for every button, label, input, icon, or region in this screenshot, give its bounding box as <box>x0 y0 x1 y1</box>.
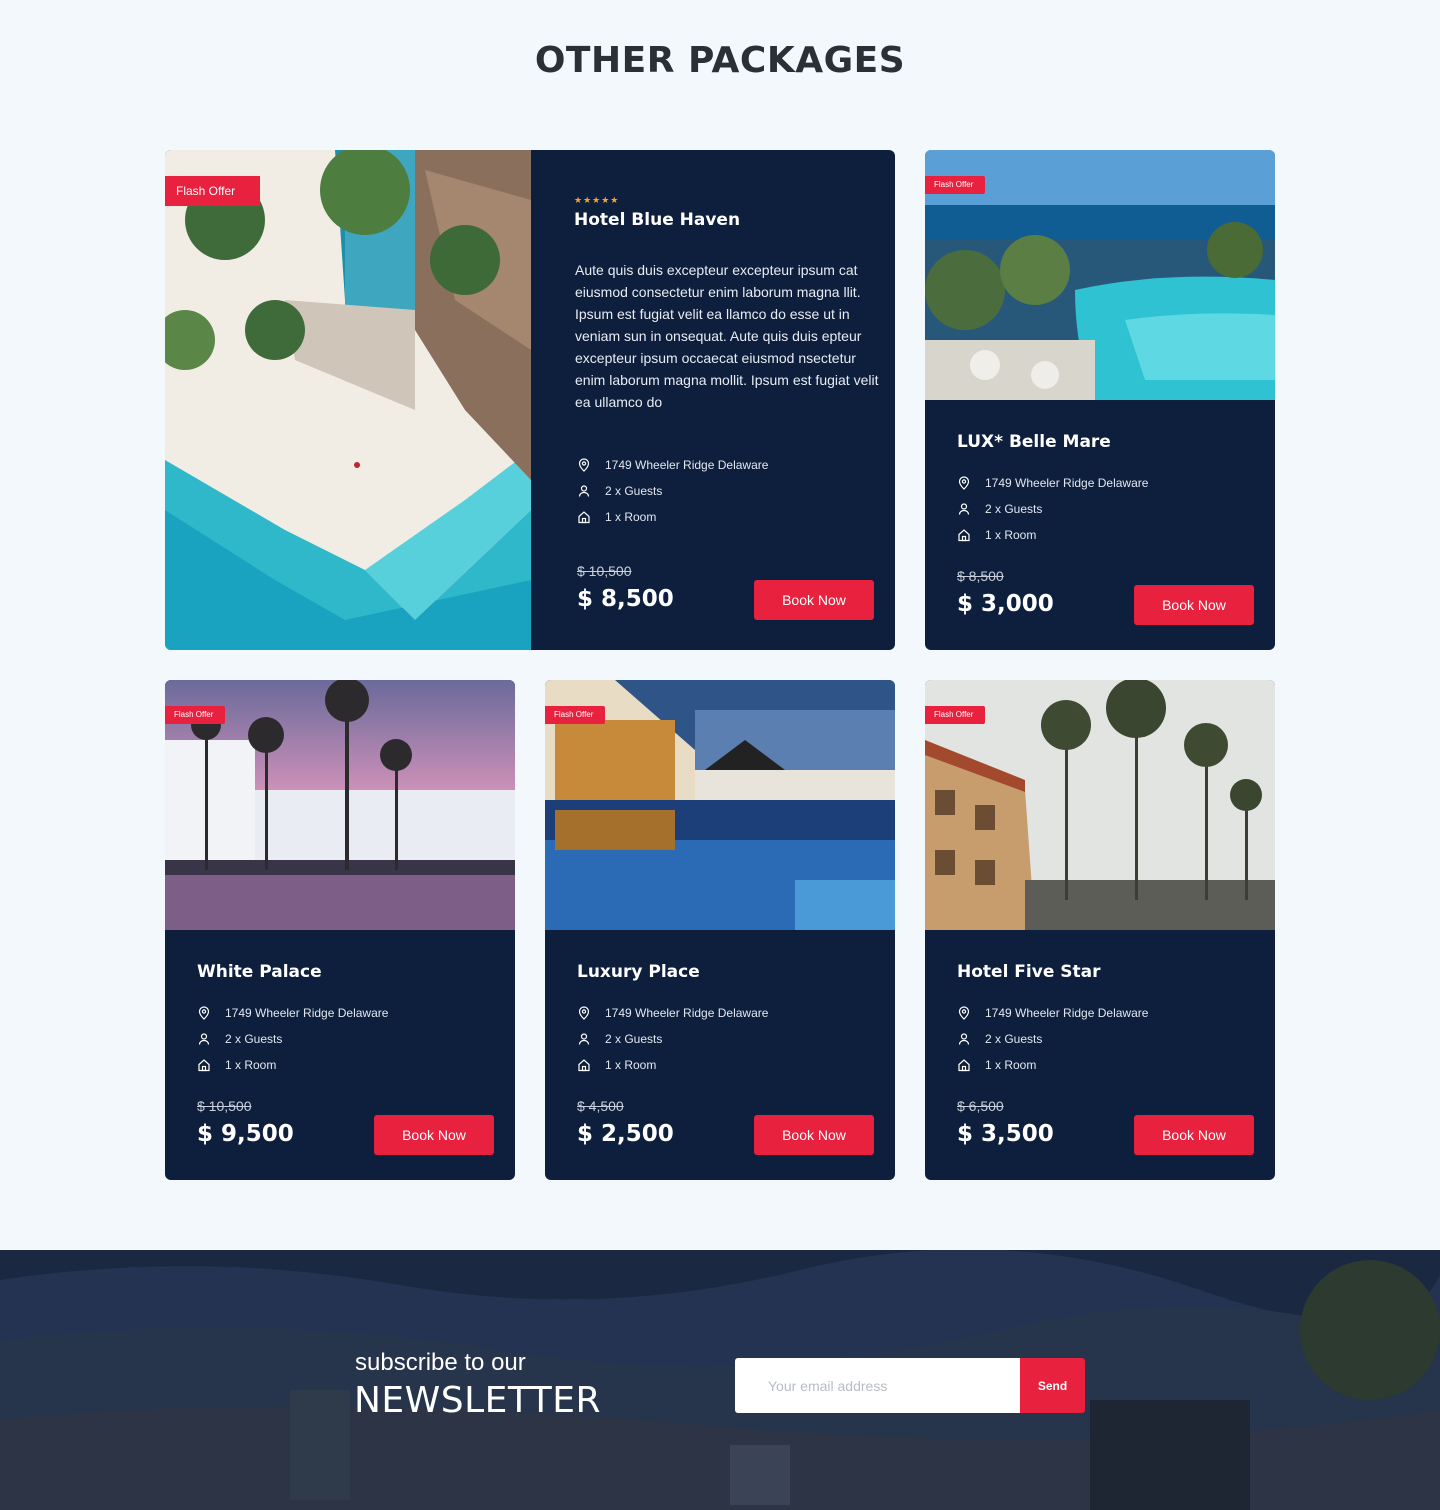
book-now-button[interactable]: Book Now <box>1134 1115 1254 1155</box>
home-icon <box>577 1058 591 1072</box>
send-button[interactable]: Send <box>1020 1358 1085 1413</box>
email-input[interactable] <box>735 1358 1021 1413</box>
rooms-row: 1 x Room <box>957 1052 1148 1078</box>
book-now-button[interactable]: Book Now <box>754 580 874 620</box>
old-price: $ 10,500 <box>577 563 632 579</box>
section-title: OTHER PACKAGES <box>534 40 906 81</box>
guests-row: 2 x Guests <box>577 1026 768 1052</box>
user-icon <box>577 1032 591 1046</box>
package-card: Flash Offer Luxury Place 1749 Wheeler Ri… <box>545 680 895 1180</box>
old-price: $ 6,500 <box>957 1098 1004 1114</box>
hotel-name: Hotel Five Star <box>957 962 1101 982</box>
rooms-text: 1 x Room <box>985 528 1037 542</box>
package-card-featured: Flash Offer ★★★★★ Hotel Blue Haven Aute … <box>165 150 895 650</box>
location-text: 1749 Wheeler Ridge Delaware <box>225 1006 389 1020</box>
guests-text: 2 x Guests <box>225 1032 283 1046</box>
rooms-text: 1 x Room <box>605 1058 657 1072</box>
guests-text: 2 x Guests <box>985 502 1043 516</box>
hotel-name: Hotel Blue Haven <box>574 210 741 230</box>
old-price: $ 8,500 <box>957 568 1004 584</box>
book-now-button[interactable]: Book Now <box>1134 585 1254 625</box>
package-card: Flash Offer White Palace 1749 Wheeler Ri… <box>165 680 515 1180</box>
location-text: 1749 Wheeler Ridge Delaware <box>985 1006 1149 1020</box>
package-card: Flash Offer Hotel Five Star 1749 Wheeler… <box>925 680 1275 1180</box>
hotel-details: 1749 Wheeler Ridge Delaware 2 x Guests 1… <box>577 1000 768 1078</box>
user-icon <box>197 1032 211 1046</box>
hotel-name: LUX* Belle Mare <box>957 432 1111 452</box>
hotel-details: 1749 Wheeler Ridge Delaware 2 x Guests 1… <box>957 470 1148 548</box>
user-icon <box>577 484 591 498</box>
home-icon <box>957 1058 971 1072</box>
rooms-text: 1 x Room <box>605 510 657 524</box>
rooms-row: 1 x Room <box>577 504 768 530</box>
newsletter-title: NEWSLETTER <box>354 1380 602 1421</box>
hotel-name: White Palace <box>197 962 322 982</box>
price: $ 8,500 <box>577 586 674 612</box>
guests-text: 2 x Guests <box>605 1032 663 1046</box>
location-row: 1749 Wheeler Ridge Delaware <box>957 470 1148 496</box>
hotel-details: 1749 Wheeler Ridge Delaware 2 x Guests 1… <box>957 1000 1148 1078</box>
package-card: Flash Offer LUX* Belle Mare 1749 Wheeler… <box>925 150 1275 650</box>
hotel-photo: Flash Offer <box>545 680 895 930</box>
location-pin-icon <box>957 476 971 490</box>
hotel-name: Luxury Place <box>577 962 700 982</box>
rooms-row: 1 x Room <box>577 1052 768 1078</box>
location-text: 1749 Wheeler Ridge Delaware <box>605 458 769 472</box>
location-pin-icon <box>957 1006 971 1020</box>
flash-offer-badge: Flash Offer <box>925 706 985 724</box>
flash-offer-badge: Flash Offer <box>925 176 985 194</box>
price: $ 3,000 <box>957 591 1054 617</box>
book-now-button[interactable]: Book Now <box>754 1115 874 1155</box>
rating-stars: ★★★★★ <box>574 195 620 205</box>
rooms-text: 1 x Room <box>985 1058 1037 1072</box>
location-text: 1749 Wheeler Ridge Delaware <box>985 476 1149 490</box>
price: $ 3,500 <box>957 1121 1054 1147</box>
newsletter-subtitle: subscribe to our <box>355 1349 526 1376</box>
hotel-details: 1749 Wheeler Ridge Delaware 2 x Guests 1… <box>197 1000 388 1078</box>
book-now-button[interactable]: Book Now <box>374 1115 494 1155</box>
guests-row: 2 x Guests <box>957 1026 1148 1052</box>
flash-offer-badge: Flash Offer <box>545 706 605 724</box>
old-price: $ 10,500 <box>197 1098 252 1114</box>
guests-text: 2 x Guests <box>985 1032 1043 1046</box>
user-icon <box>957 502 971 516</box>
home-icon <box>577 510 591 524</box>
hotel-description: Aute quis duis excepteur excepteur ipsum… <box>575 262 879 410</box>
guests-row: 2 x Guests <box>197 1026 388 1052</box>
rooms-row: 1 x Room <box>197 1052 388 1078</box>
hotel-photo: Flash Offer <box>925 150 1275 400</box>
guests-text: 2 x Guests <box>605 484 663 498</box>
rooms-row: 1 x Room <box>957 522 1148 548</box>
location-pin-icon <box>577 458 591 472</box>
location-row: 1749 Wheeler Ridge Delaware <box>957 1000 1148 1026</box>
location-text: 1749 Wheeler Ridge Delaware <box>605 1006 769 1020</box>
hotel-details: 1749 Wheeler Ridge Delaware 2 x Guests 1… <box>577 452 768 530</box>
home-icon <box>197 1058 211 1072</box>
flash-offer-badge: Flash Offer <box>165 176 260 206</box>
newsletter-section <box>0 1250 1440 1510</box>
location-row: 1749 Wheeler Ridge Delaware <box>577 452 768 478</box>
guests-row: 2 x Guests <box>577 478 768 504</box>
guests-row: 2 x Guests <box>957 496 1148 522</box>
location-row: 1749 Wheeler Ridge Delaware <box>577 1000 768 1026</box>
location-pin-icon <box>197 1006 211 1020</box>
hotel-photo: Flash Offer <box>165 680 515 930</box>
price: $ 2,500 <box>577 1121 674 1147</box>
old-price: $ 4,500 <box>577 1098 624 1114</box>
newsletter-background <box>0 1250 1440 1510</box>
location-row: 1749 Wheeler Ridge Delaware <box>197 1000 388 1026</box>
hotel-photo: Flash Offer <box>925 680 1275 930</box>
hotel-photo: Flash Offer <box>165 150 531 650</box>
price: $ 9,500 <box>197 1121 294 1147</box>
location-pin-icon <box>577 1006 591 1020</box>
user-icon <box>957 1032 971 1046</box>
flash-offer-badge: Flash Offer <box>165 706 225 724</box>
home-icon <box>957 528 971 542</box>
rooms-text: 1 x Room <box>225 1058 277 1072</box>
